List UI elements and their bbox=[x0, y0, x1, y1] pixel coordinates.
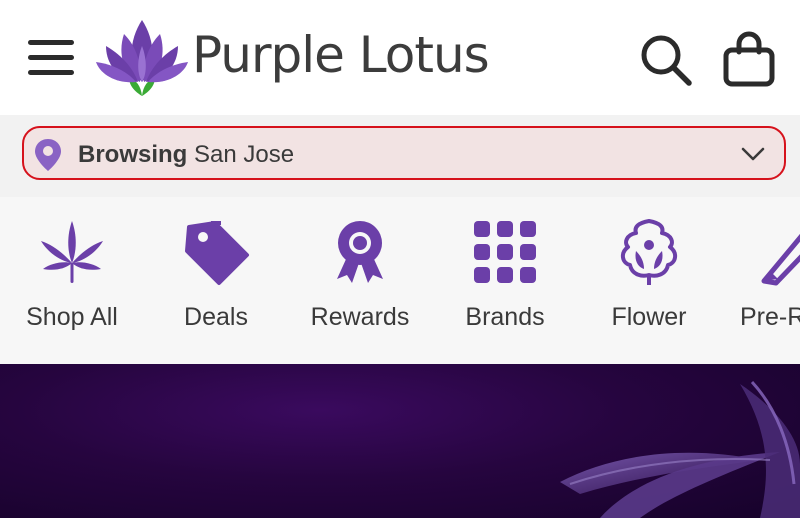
location-selector[interactable]: Browsing San Jose bbox=[22, 126, 786, 180]
browsing-label: Browsing bbox=[78, 141, 188, 168]
chevron-down-icon bbox=[741, 147, 765, 161]
hero-banner[interactable] bbox=[0, 364, 800, 518]
category-label: Rewards bbox=[310, 303, 410, 331]
category-label: Shop All bbox=[26, 303, 118, 331]
category-brands[interactable]: Brands bbox=[456, 217, 554, 347]
location-text: Browsing San Jose bbox=[78, 141, 294, 169]
category-pre-rolls[interactable]: Pre-Rolls bbox=[740, 217, 800, 347]
price-tag-icon bbox=[185, 221, 249, 285]
award-ribbon-icon bbox=[337, 221, 383, 283]
pre-roll-icon bbox=[761, 233, 800, 286]
category-rewards[interactable]: Rewards bbox=[302, 217, 418, 347]
category-deals[interactable]: Deals bbox=[170, 217, 262, 347]
grid-icon bbox=[474, 221, 536, 283]
brand-name: Purple Lotus bbox=[192, 26, 490, 84]
cannabis-leaf-image bbox=[560, 380, 800, 518]
category-label: Pre-Rolls bbox=[740, 303, 800, 331]
site-header: Purple Lotus bbox=[0, 0, 800, 115]
flower-bud-icon bbox=[621, 219, 677, 285]
category-shop-all[interactable]: Shop All bbox=[18, 217, 126, 347]
category-label: Brands bbox=[465, 303, 545, 331]
category-label: Flower bbox=[611, 303, 687, 331]
cannabis-leaf-icon bbox=[41, 221, 103, 283]
category-flower[interactable]: Flower bbox=[600, 217, 698, 347]
location-bar: Browsing San Jose bbox=[0, 115, 800, 197]
category-nav: Shop All Deals Rewards Brands Flower Pre… bbox=[0, 197, 800, 364]
location-pin-icon bbox=[35, 139, 61, 171]
brand-logo[interactable]: Purple Lotus bbox=[96, 16, 490, 98]
category-label: Deals bbox=[184, 303, 248, 331]
city-name: San Jose bbox=[194, 141, 295, 168]
shopping-bag-icon[interactable] bbox=[722, 30, 776, 88]
lotus-logo-icon bbox=[96, 20, 188, 96]
hamburger-menu-icon[interactable] bbox=[28, 38, 74, 78]
search-icon[interactable] bbox=[638, 32, 694, 88]
